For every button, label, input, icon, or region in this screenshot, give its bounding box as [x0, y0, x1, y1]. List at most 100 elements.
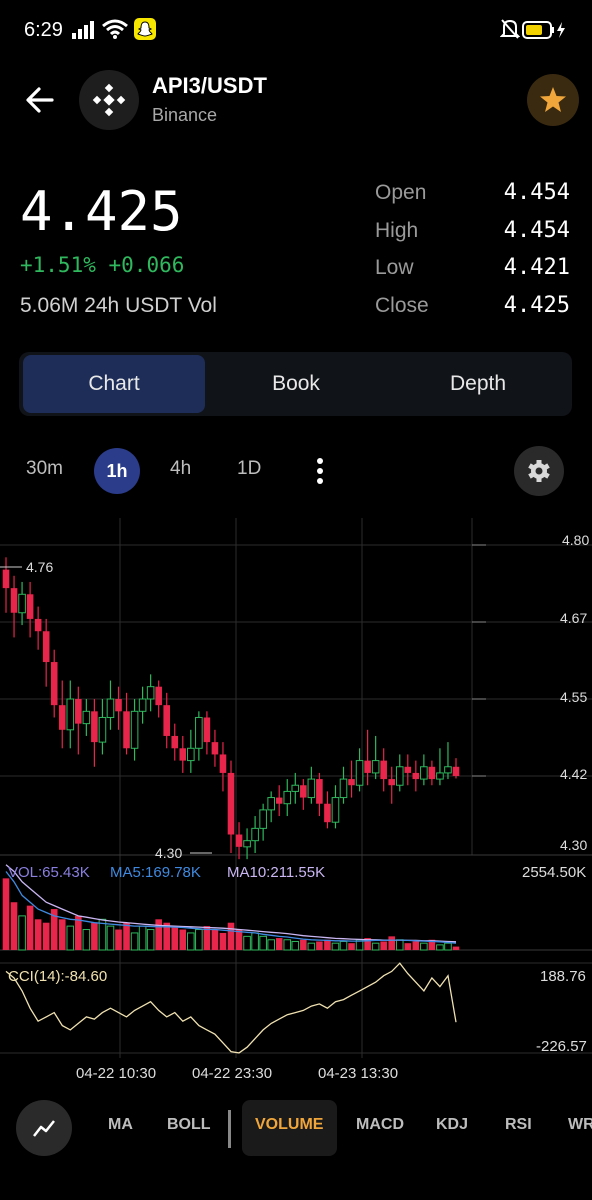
high-value: 4.454 — [503, 218, 570, 243]
candle-body-51 — [412, 772, 420, 780]
volume-bar-47 — [380, 941, 387, 950]
high-marker: 4.76 — [26, 559, 53, 575]
candle-body-34 — [275, 797, 283, 804]
candle-body-44 — [355, 760, 364, 786]
trend-line-icon — [33, 1120, 55, 1137]
volume-bar-11 — [91, 922, 98, 950]
timeframe-1d[interactable]: 1D — [237, 458, 261, 480]
candle-body-43 — [348, 779, 355, 786]
candle-body-14 — [115, 699, 122, 712]
drawing-tools-button[interactable] — [16, 1100, 72, 1156]
candle-body-5 — [42, 631, 50, 663]
close-value: 4.425 — [503, 293, 570, 318]
volume-bar-3 — [26, 905, 34, 950]
time-tick-1: 04-22 10:30 — [76, 1065, 156, 1082]
candle-body-3 — [26, 594, 34, 619]
volume-bars-layer — [2, 878, 460, 951]
volume-bar-36 — [291, 940, 300, 951]
candle-body-40 — [324, 803, 331, 823]
wifi-icon — [102, 19, 128, 39]
candle-body-15 — [123, 711, 130, 749]
change-percent: +1.51% — [20, 253, 96, 277]
candle-body-36 — [291, 784, 300, 792]
tab-book[interactable]: Book — [205, 352, 387, 416]
candle-body-25 — [203, 717, 211, 743]
volume-bar-4 — [34, 919, 42, 950]
price-change: +1.51% +0.066 — [20, 253, 184, 277]
candle-body-10 — [82, 710, 91, 725]
candle-body-49 — [395, 766, 404, 786]
back-arrow-icon[interactable] — [22, 82, 58, 118]
volume-bar-50 — [404, 943, 412, 950]
volume-bar-32 — [259, 935, 267, 951]
candle-body-28 — [227, 772, 235, 835]
candlestick-chart[interactable]: 4.80 4.67 4.55 4.42 4.30 4.76 4.30 VOL:6… — [0, 518, 592, 1098]
candle-body-7 — [58, 705, 66, 730]
indicator-volume[interactable]: VOLUME — [255, 1116, 323, 1134]
volume-bar-21 — [171, 926, 179, 950]
candle-body-29 — [235, 834, 243, 847]
indicator-boll[interactable]: BOLL — [167, 1116, 211, 1134]
volume-bar-46 — [371, 942, 380, 951]
volume-24h: 5.06M 24h USDT Vol — [20, 294, 217, 317]
volume-bar-43 — [348, 943, 355, 950]
candle-body-52 — [420, 766, 428, 780]
chart-settings-button[interactable] — [514, 446, 564, 496]
binance-icon — [92, 83, 126, 117]
volume-bar-41 — [331, 942, 340, 951]
volume-bar-29 — [235, 929, 243, 950]
volume-label: VOL:65.43K — [8, 864, 90, 881]
volume-bar-19 — [155, 919, 162, 950]
candle-body-27 — [219, 754, 227, 773]
candle-body-54 — [436, 772, 444, 780]
volume-bar-51 — [412, 941, 420, 950]
volume-bar-24 — [195, 929, 203, 951]
timeframe-4h[interactable]: 4h — [170, 458, 191, 480]
pair-title: API3/USDT — [152, 73, 267, 98]
candle-body-30 — [243, 840, 251, 848]
candle-body-39 — [316, 779, 323, 804]
candle-body-16 — [130, 710, 139, 749]
volume-bar-40 — [324, 939, 331, 950]
volume-bar-42 — [339, 940, 348, 951]
indicator-rsi[interactable]: RSI — [505, 1116, 532, 1134]
volume-bar-16 — [130, 932, 139, 951]
candle-body-9 — [75, 699, 82, 724]
last-price: 4.425 — [20, 180, 183, 243]
ma10-label: MA10:211.55K — [227, 864, 325, 881]
tab-chart[interactable]: Chart — [23, 355, 205, 413]
close-label: Close — [375, 294, 429, 317]
cci-max-tick: 188.76 — [540, 968, 586, 985]
volume-bar-5 — [42, 922, 50, 950]
low-marker: 4.30 — [155, 845, 182, 861]
binance-logo — [79, 70, 139, 130]
candle-body-19 — [155, 686, 162, 706]
volume-bar-14 — [115, 929, 122, 950]
candle-body-24 — [195, 716, 203, 749]
indicator-macd[interactable]: MACD — [356, 1116, 404, 1134]
indicator-wr[interactable]: WR — [568, 1116, 592, 1134]
candle-body-41 — [331, 797, 340, 823]
ma5-label: MA5:169.78K — [110, 864, 201, 881]
volume-bar-37 — [300, 939, 307, 950]
indicator-kdj[interactable]: KDJ — [436, 1116, 468, 1134]
view-tabs: Chart Book Depth — [19, 352, 572, 416]
favorite-button[interactable] — [527, 74, 579, 126]
candle-body-31 — [251, 827, 259, 842]
tab-depth[interactable]: Depth — [387, 352, 569, 416]
volume-bar-55 — [444, 942, 452, 951]
cci-label: CCI(14):-84.60 — [8, 968, 107, 985]
open-value: 4.454 — [503, 180, 570, 205]
snapchat-icon — [134, 18, 156, 40]
gear-icon — [528, 460, 550, 482]
candle-body-48 — [388, 779, 396, 786]
indicator-ma[interactable]: MA — [108, 1116, 133, 1134]
timeframe-1h[interactable]: 1h — [94, 448, 140, 494]
volume-bar-1 — [10, 902, 18, 950]
timeframe-30m[interactable]: 30m — [26, 458, 63, 480]
more-vertical-icon[interactable] — [312, 456, 328, 486]
volume-bar-56 — [452, 946, 460, 950]
price-tick-4-80: 4.80 — [562, 532, 589, 548]
volume-bar-2 — [18, 915, 26, 951]
candle-body-33 — [267, 797, 275, 811]
